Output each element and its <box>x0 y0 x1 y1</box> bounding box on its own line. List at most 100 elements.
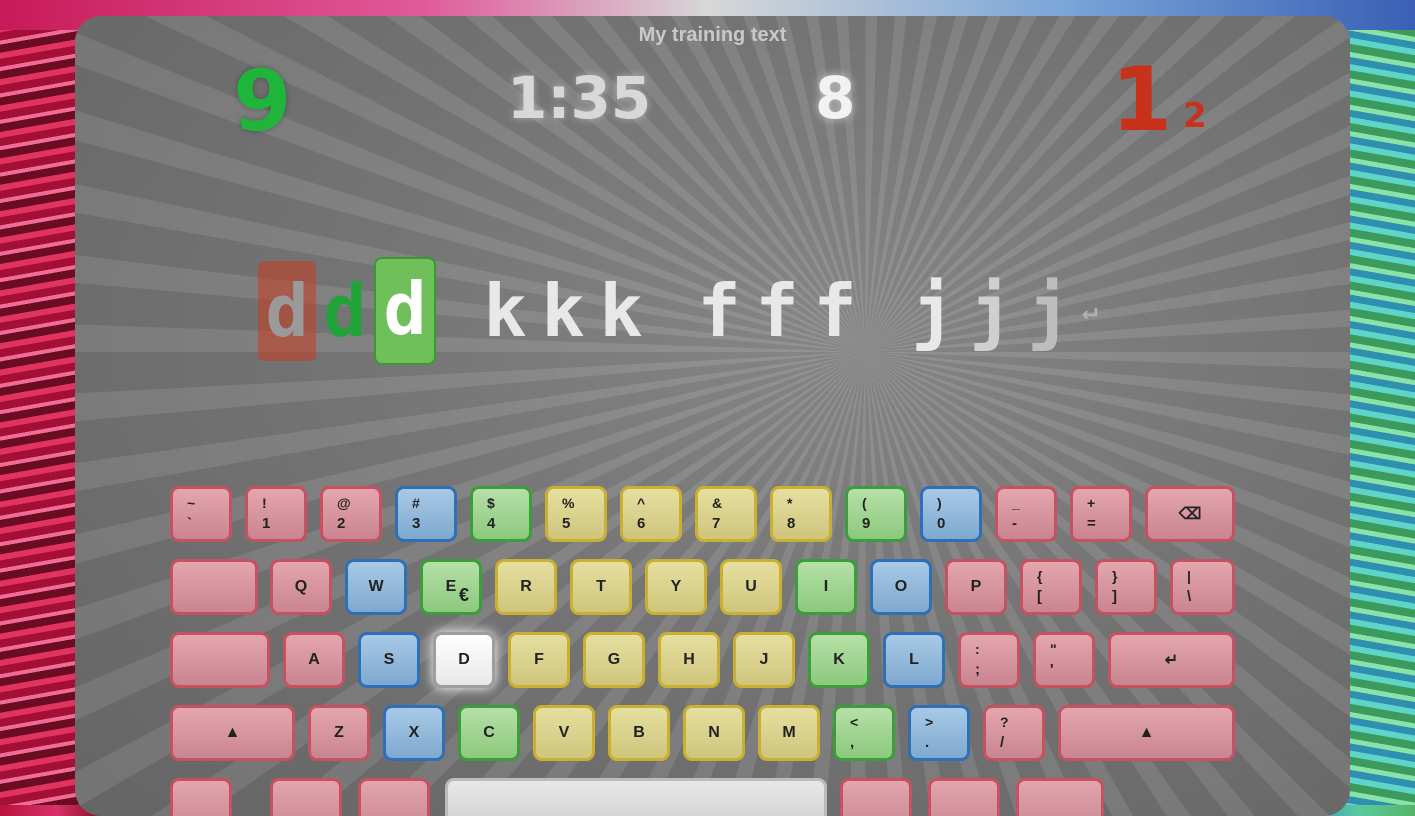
key-j[interactable]: J <box>733 632 795 688</box>
key-bottom-label: [ <box>1037 588 1042 605</box>
key-top-label: ) <box>937 495 942 511</box>
char-space <box>650 261 690 361</box>
key-bottom-label: 8 <box>787 515 796 532</box>
key-4[interactable]: $4 <box>470 486 532 542</box>
char-pending: j <box>911 269 955 353</box>
key-y[interactable]: Y <box>645 559 707 615</box>
key-equals[interactable]: + = <box>1070 486 1132 542</box>
key-h[interactable]: H <box>658 632 720 688</box>
key-ctrl-left[interactable] <box>170 778 232 816</box>
key-u[interactable]: U <box>720 559 782 615</box>
key-6[interactable]: ^ 6 <box>620 486 682 542</box>
key-bottom-label: 9 <box>862 515 871 532</box>
key-b[interactable]: B <box>608 705 670 761</box>
key-2[interactable]: @2 <box>320 486 382 542</box>
key-5[interactable]: % 5 <box>545 486 607 542</box>
key-e[interactable]: E € <box>420 559 482 615</box>
key-n[interactable]: N <box>683 705 745 761</box>
key-top-label: _ <box>1012 495 1020 511</box>
key-d[interactable]: D <box>433 632 495 688</box>
key-alt-label: € <box>458 585 469 605</box>
key-i[interactable]: I <box>795 559 857 615</box>
key-bottom-label: 6 <box>637 515 646 532</box>
key-caps-lock[interactable] <box>170 632 270 688</box>
key-m[interactable]: M <box>758 705 820 761</box>
key-l[interactable]: L <box>883 632 945 688</box>
key-bottom-label: ] <box>1112 588 1117 605</box>
key-menu[interactable] <box>928 778 1000 816</box>
key-w[interactable]: W <box>345 559 407 615</box>
key-top-label: ~ <box>187 495 196 511</box>
key-top-label: @ <box>337 495 351 511</box>
key-a[interactable]: A <box>283 632 345 688</box>
char-pending: f <box>755 269 799 353</box>
key-top-label: < <box>850 714 859 730</box>
key-bottom-label: , <box>850 734 855 751</box>
key-enter[interactable]: ↵ <box>1108 632 1235 688</box>
training-title: My training text <box>638 24 787 46</box>
key-tab[interactable] <box>170 559 258 615</box>
char-space <box>436 261 476 361</box>
key-top-label: % <box>562 495 575 511</box>
key-0[interactable]: ) 0 <box>920 486 982 542</box>
char-pending: k <box>483 269 527 353</box>
key-bottom-label: 5 <box>562 515 571 532</box>
key-9[interactable]: (9 <box>845 486 907 542</box>
key-v[interactable]: V <box>533 705 595 761</box>
key-ctrl-right[interactable] <box>1016 778 1104 816</box>
key-bottom-label: / <box>1000 734 1005 751</box>
key-backspace[interactable]: ⌫ <box>1145 486 1235 542</box>
key-backtick[interactable]: ~ ` <box>170 486 232 542</box>
key-8[interactable]: * 8 <box>770 486 832 542</box>
key-bottom-label: 7 <box>712 515 721 532</box>
key-comma[interactable]: <, <box>833 705 895 761</box>
key-3[interactable]: #3 <box>395 486 457 542</box>
key-z[interactable]: Z <box>308 705 370 761</box>
key-top-label: > <box>925 714 934 730</box>
char-pending: k <box>599 269 643 353</box>
enter-icon: ↵ <box>1082 296 1098 326</box>
key-p[interactable]: P <box>945 559 1007 615</box>
key-bottom-label: 2 <box>337 515 346 532</box>
key-top-label: & <box>712 495 723 511</box>
key-bottom-label: 4 <box>487 515 496 532</box>
key-bottom-label: 0 <box>937 515 946 532</box>
key-q[interactable]: Q <box>270 559 332 615</box>
key-minus[interactable]: _ - <box>995 486 1057 542</box>
key-top-label: : <box>975 641 980 657</box>
key-top-label: ! <box>262 495 267 511</box>
error-count: 1 <box>1111 48 1173 151</box>
key-7[interactable]: & 7 <box>695 486 757 542</box>
training-panel: My training text 9 1:35 8 1 2 d d d k k … <box>75 16 1350 816</box>
correct-count: 9 <box>233 52 292 150</box>
key-g[interactable]: G <box>583 632 645 688</box>
key-slash[interactable]: ? / <box>983 705 1045 761</box>
key-k[interactable]: K <box>808 632 870 688</box>
key-space[interactable] <box>445 778 827 816</box>
key-label: E <box>445 578 457 595</box>
key-quote[interactable]: " ' <box>1033 632 1095 688</box>
key-shift-left[interactable]: ▲ <box>170 705 295 761</box>
char-pending: f <box>697 269 741 353</box>
key-backslash[interactable]: | \ <box>1170 559 1235 615</box>
key-period[interactable]: >. <box>908 705 970 761</box>
key-bracket-right[interactable]: }] <box>1095 559 1157 615</box>
key-win[interactable] <box>270 778 342 816</box>
key-bottom-label: = <box>1087 515 1096 532</box>
key-t[interactable]: T <box>570 559 632 615</box>
key-semicolon[interactable]: :; <box>958 632 1020 688</box>
key-bracket-left[interactable]: {[ <box>1020 559 1082 615</box>
char-space <box>864 261 904 361</box>
key-r[interactable]: R <box>495 559 557 615</box>
key-alt-right[interactable] <box>840 778 912 816</box>
key-c[interactable]: C <box>458 705 520 761</box>
key-x[interactable]: X <box>383 705 445 761</box>
key-f[interactable]: F <box>508 632 570 688</box>
key-shift-right[interactable]: ▲ <box>1058 705 1235 761</box>
key-alt-left[interactable] <box>358 778 430 816</box>
key-1[interactable]: ! 1 <box>245 486 307 542</box>
key-o[interactable]: O <box>870 559 932 615</box>
char-pending: j <box>1027 269 1071 353</box>
timer: 1:35 <box>507 64 652 132</box>
key-s[interactable]: S <box>358 632 420 688</box>
